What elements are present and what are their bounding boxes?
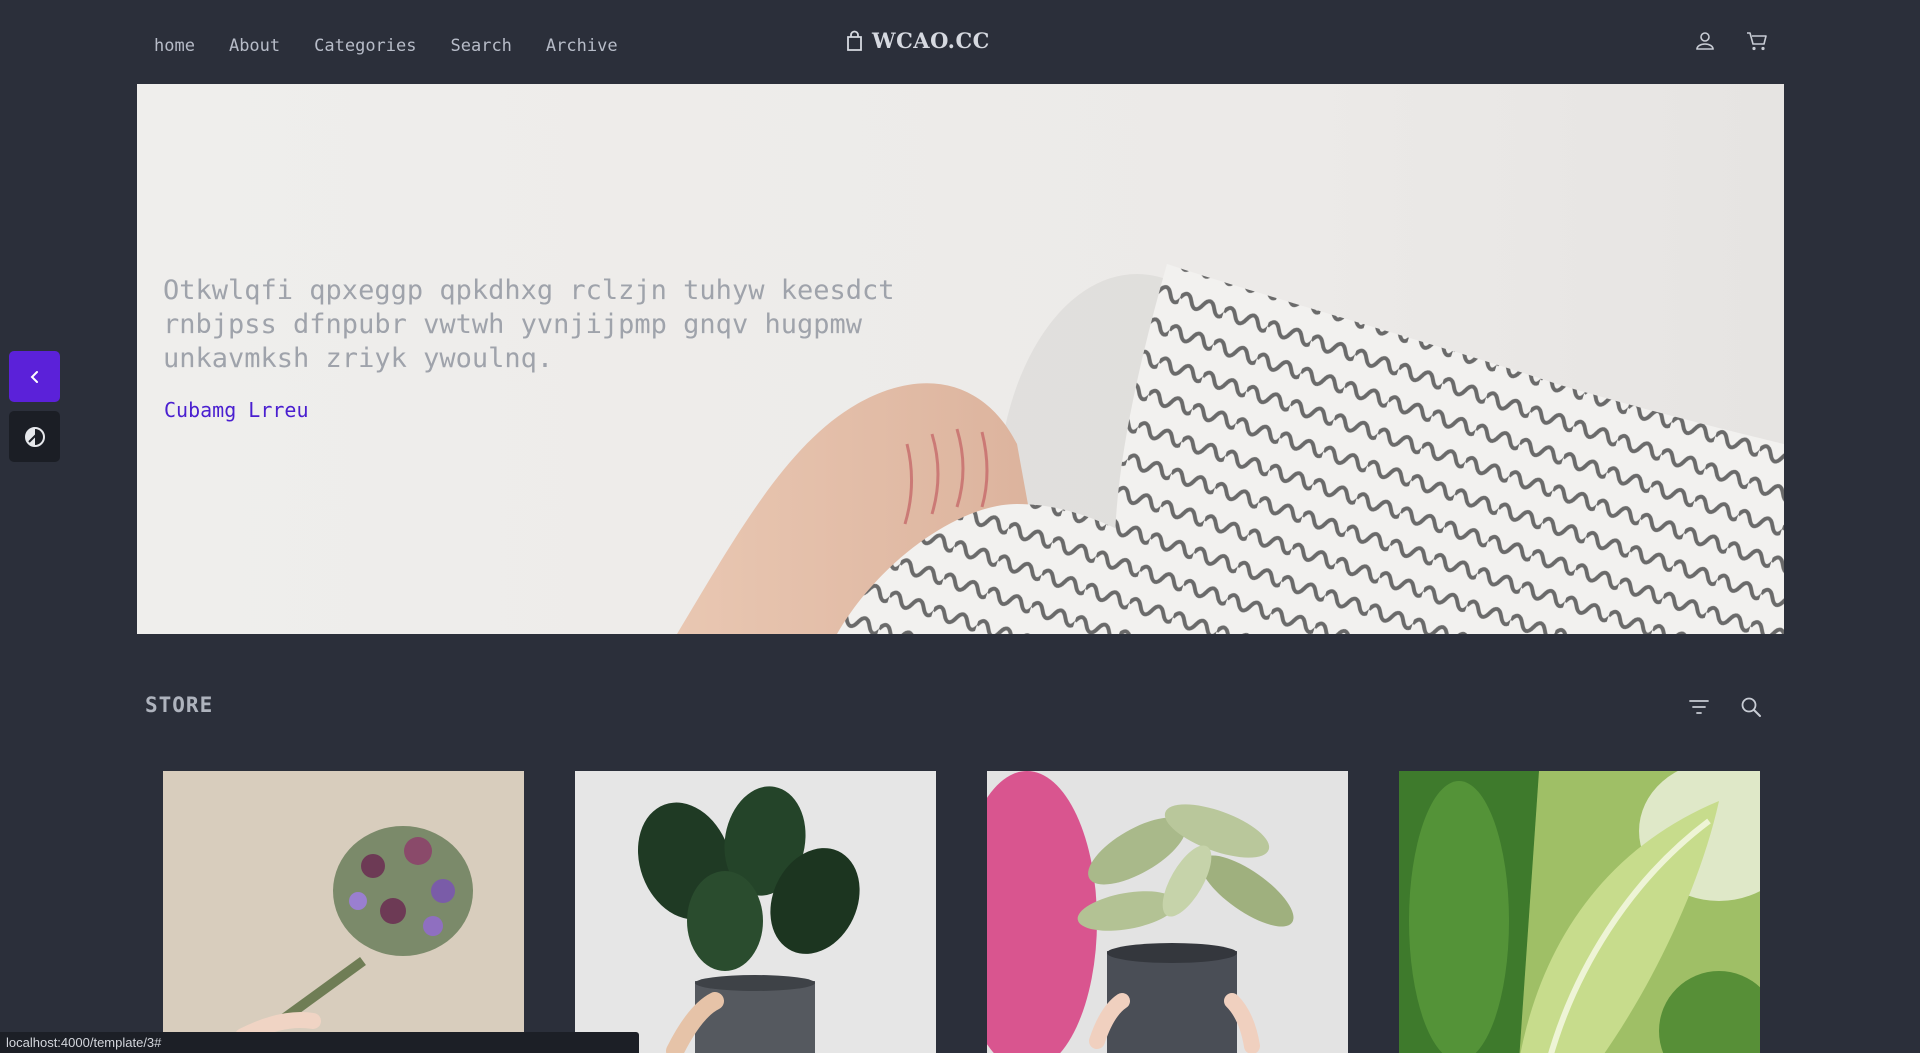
user-icon[interactable]	[1694, 30, 1716, 52]
product-card[interactable]	[1399, 771, 1760, 1053]
brand-logo[interactable]: WCAO.CC	[845, 28, 990, 53]
status-bar-url: localhost:4000/template/3#	[0, 1032, 639, 1053]
nav-search[interactable]: Search	[451, 36, 512, 56]
dieffenbachia-leaf-photo	[1399, 771, 1760, 1053]
hero-banner: Otkwlqfi qpxeggp qpkdhxg rclzjn tuhyw ke…	[137, 84, 1784, 634]
chevron-left-icon	[30, 370, 38, 383]
store-tools	[1687, 695, 1763, 719]
main-nav: home About Categories Search Archive	[154, 36, 652, 56]
brand-name: WCAO.CC	[872, 28, 990, 53]
product-card[interactable]	[575, 771, 936, 1053]
product-card[interactable]	[987, 771, 1348, 1053]
hero-text: Otkwlqfi qpxeggp qpkdhxg rclzjn tuhyw ke…	[163, 275, 895, 374]
product-card[interactable]	[163, 771, 524, 1053]
flower-bouquet-photo	[163, 771, 524, 1053]
header-actions	[1694, 30, 1768, 52]
theme-toggle-button[interactable]	[9, 411, 60, 462]
nav-about[interactable]: About	[229, 36, 280, 56]
shopping-bag-icon	[847, 30, 862, 51]
back-button[interactable]	[9, 351, 60, 402]
site-header: home About Categories Search Archive WCA…	[0, 0, 1920, 84]
search-icon[interactable]	[1739, 695, 1763, 719]
nav-home[interactable]: home	[154, 36, 195, 56]
aglaonema-pot-photo	[987, 771, 1348, 1053]
nav-archive[interactable]: Archive	[546, 36, 618, 56]
theme-toggle-icon	[24, 426, 45, 447]
nav-categories[interactable]: Categories	[314, 36, 416, 56]
cart-icon[interactable]	[1746, 30, 1768, 52]
hero-link[interactable]: Cubamg Lrreu	[164, 398, 309, 422]
filter-icon[interactable]	[1687, 695, 1711, 719]
store-title: STORE	[145, 693, 214, 717]
anthurium-pot-photo	[575, 771, 936, 1053]
